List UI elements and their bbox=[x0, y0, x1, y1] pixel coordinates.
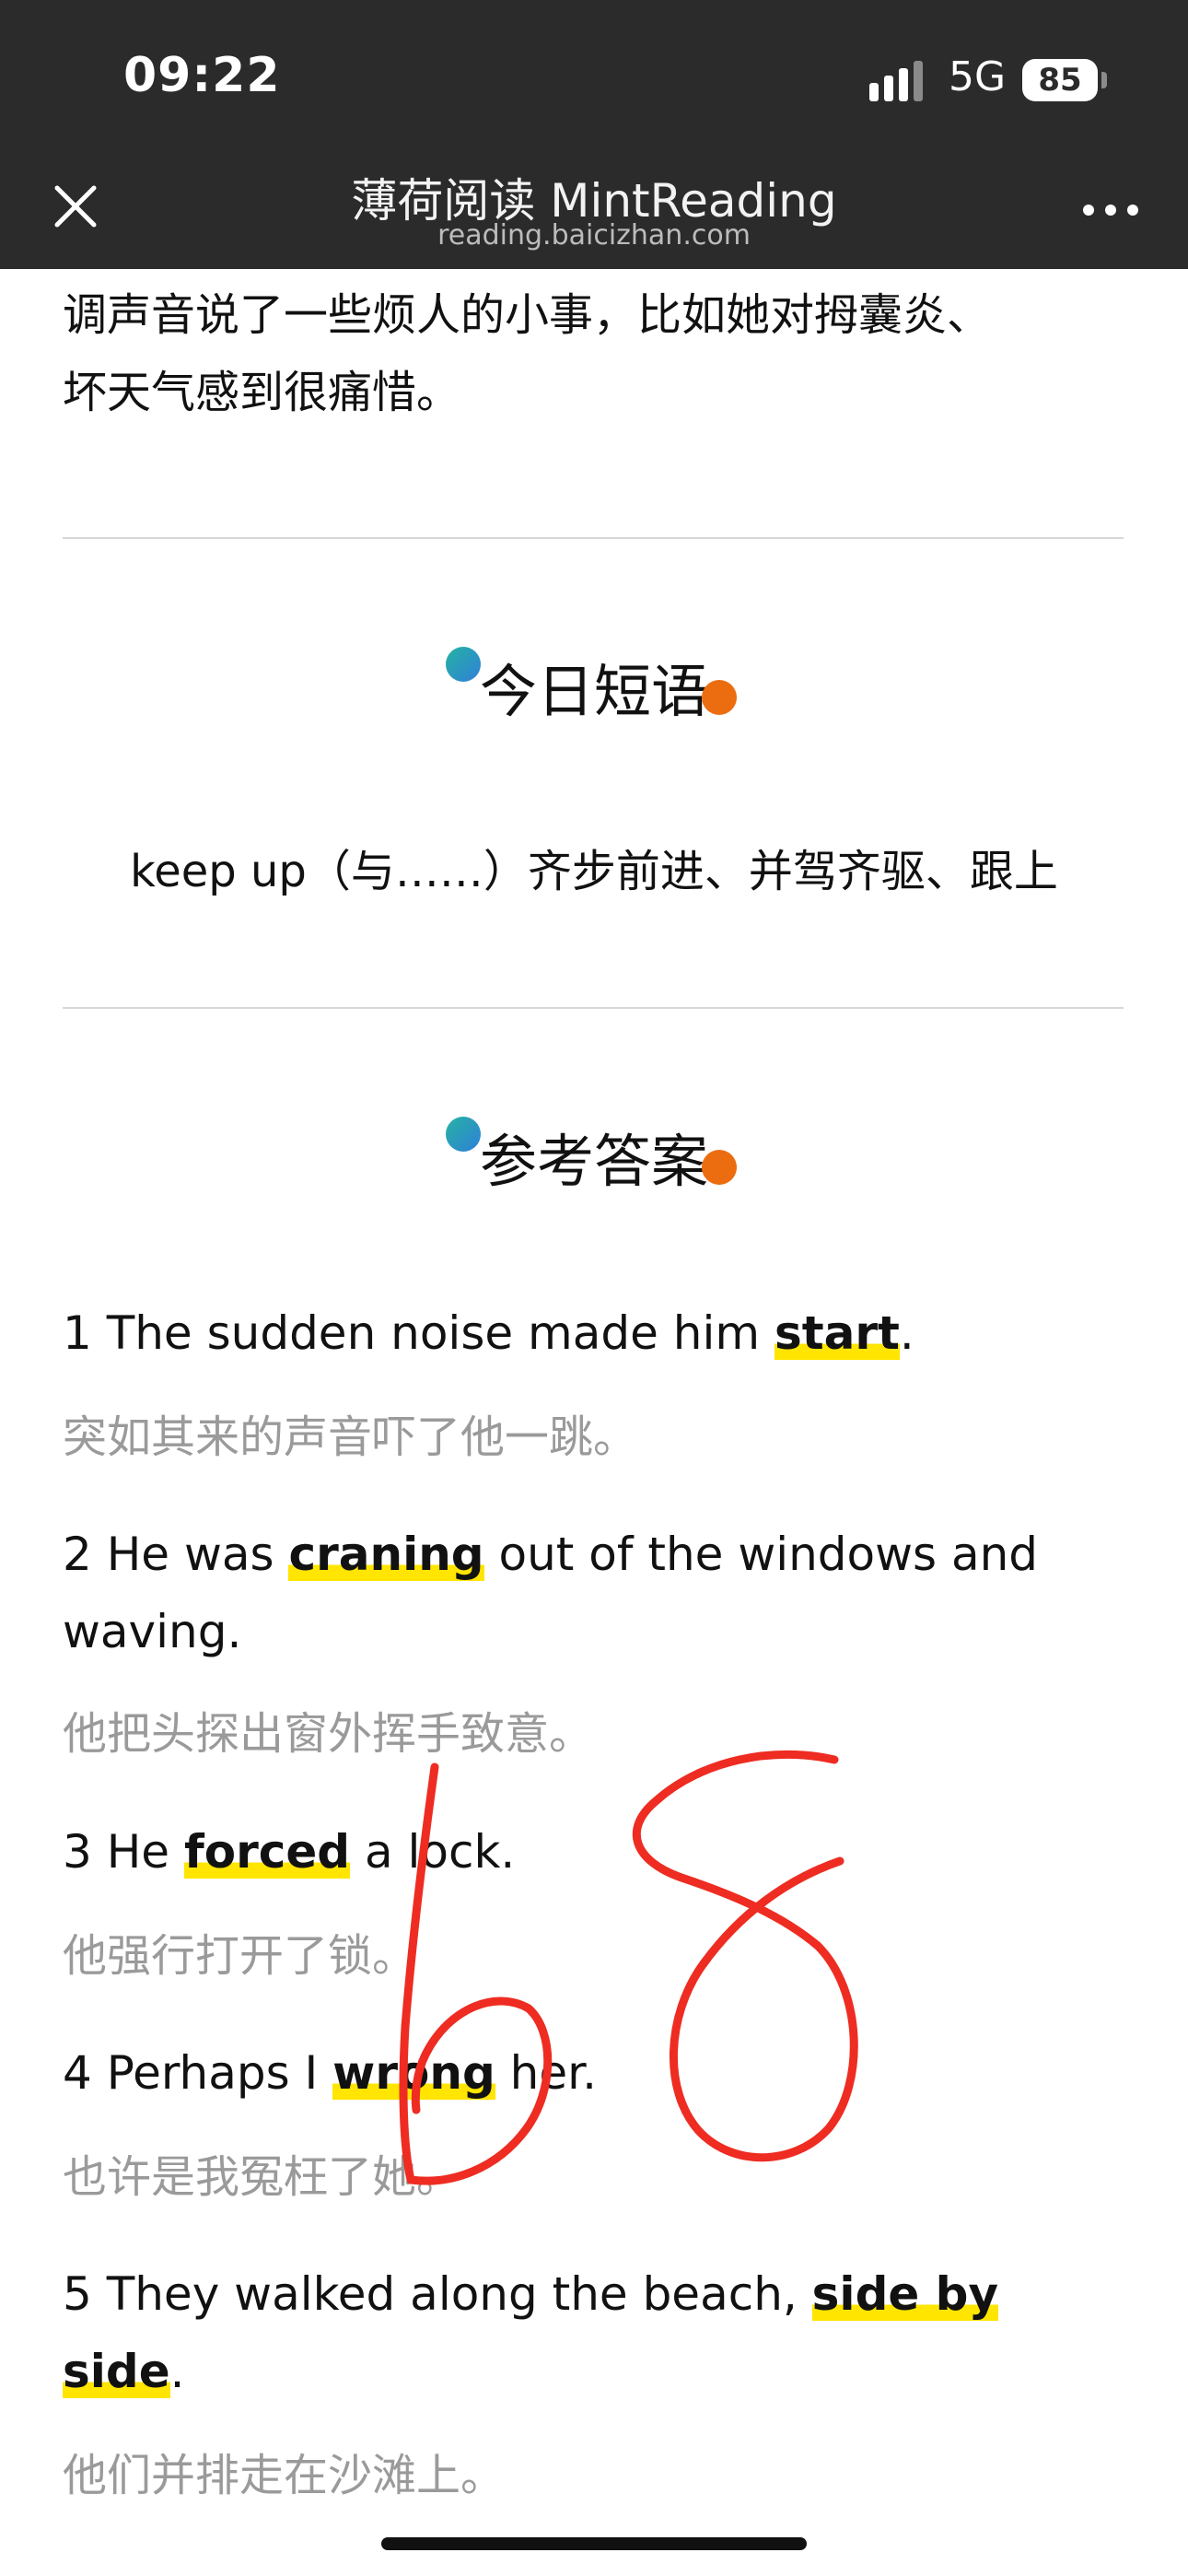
status-time: 09:22 bbox=[123, 48, 281, 103]
answer-translation-5: 他们并排走在沙滩上。 bbox=[63, 2450, 506, 2501]
more-dot-icon bbox=[1083, 205, 1094, 216]
answer-keyword-5: side by bbox=[811, 2267, 999, 2321]
answer-translation-2: 他把头探出窗外挥手致意。 bbox=[63, 1708, 594, 1760]
phrase-section-title: 今日短语 bbox=[479, 658, 708, 725]
answer-keyword-5-cont: side bbox=[63, 2345, 170, 2398]
home-indicator[interactable] bbox=[381, 2537, 807, 2550]
answer-translation-1: 突如其来的声音吓了他一跳。 bbox=[63, 1411, 638, 1463]
answer-keyword-3: forced bbox=[183, 1825, 351, 1879]
battery-level: 85 bbox=[1038, 62, 1082, 99]
answer-sentence-3: 3 He forced a lock. bbox=[63, 1825, 516, 1879]
answer-translation-4: 也许是我冤枉了她。 bbox=[63, 2151, 461, 2203]
network-type: 5G bbox=[949, 53, 1007, 100]
answer-keyword-4: wrong bbox=[332, 2046, 495, 2100]
more-dot-icon bbox=[1127, 205, 1138, 216]
answer-translation-3: 他强行打开了锁。 bbox=[63, 1930, 417, 1982]
page-url: reading.baicizhan.com bbox=[437, 219, 751, 252]
answer-sentence-4: 4 Perhaps I wrong her. bbox=[63, 2046, 597, 2100]
divider bbox=[63, 1007, 1124, 1009]
divider bbox=[63, 537, 1124, 539]
top-bar: 09:22 5G 85 薄荷阅读 MintReading reading.bai… bbox=[0, 0, 1188, 269]
more-dot-icon bbox=[1105, 205, 1116, 216]
answer-sentence-2: 2 He was craning out of the windows and w… bbox=[63, 1528, 1039, 1658]
battery-icon: 85 bbox=[1022, 59, 1098, 101]
article-text-line: 调声音说了一些烦人的小事，比如她对拇囊炎、 bbox=[63, 289, 992, 341]
orange-dot-decoration bbox=[702, 680, 737, 715]
answer-sentence-1: 1 The sudden noise made him start. bbox=[63, 1306, 914, 1360]
answer-keyword-2: craning bbox=[288, 1528, 484, 1581]
answer-keyword-1: start bbox=[774, 1306, 900, 1360]
orange-dot-decoration bbox=[702, 1150, 737, 1185]
daily-phrase: keep up（与……）齐步前进、并驾齐驱、跟上 bbox=[130, 846, 1058, 897]
battery-tip bbox=[1101, 72, 1107, 88]
article-text-line: 坏天气感到很痛惜。 bbox=[63, 367, 461, 418]
answer-sentence-5: 5 They walked along the beach, side by si… bbox=[63, 2267, 999, 2398]
more-options-button[interactable] bbox=[1083, 205, 1142, 219]
answers-section-title: 参考答案 bbox=[479, 1128, 708, 1195]
cellular-signal-icon bbox=[869, 61, 928, 101]
